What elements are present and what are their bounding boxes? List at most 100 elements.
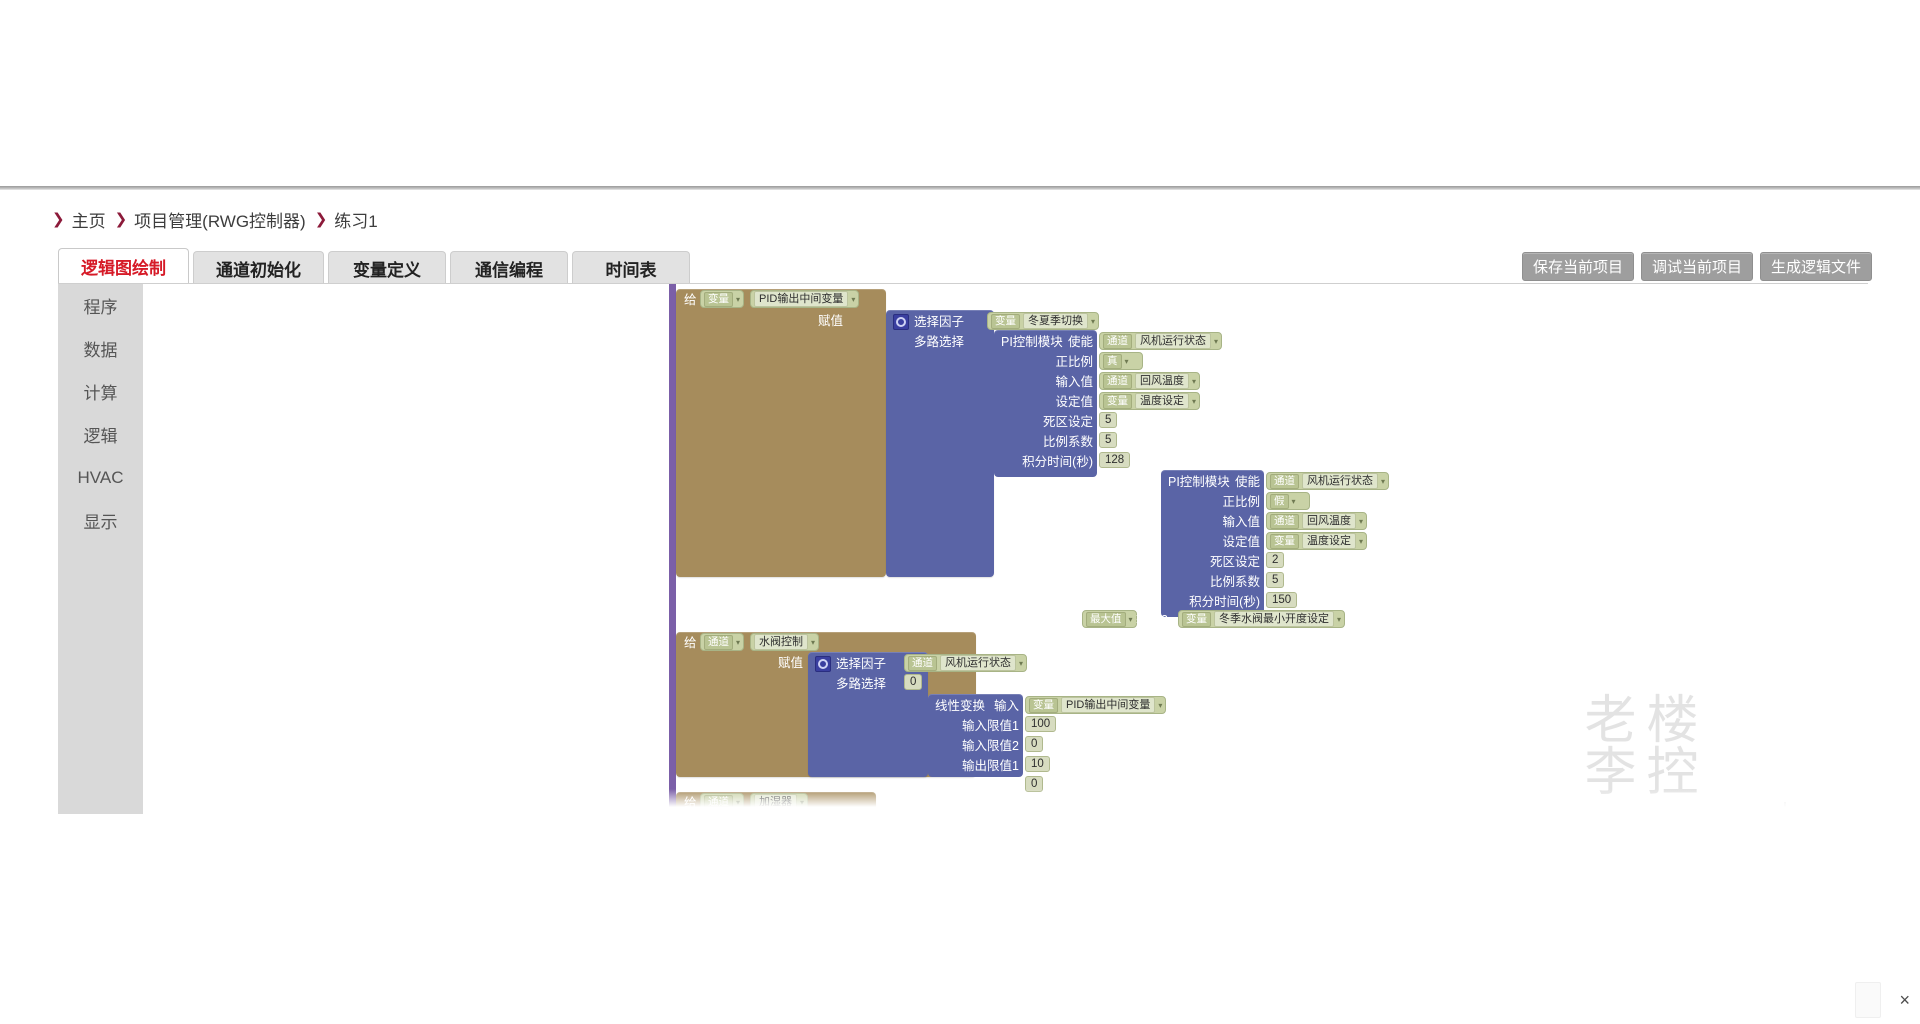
tab-logic-diagram[interactable]: 逻辑图绘制 <box>58 248 189 284</box>
app-page: ❯ 主页 ❯ 项目管理(RWG控制器) ❯ 练习1 逻辑图绘制 通道初始化 变量… <box>0 0 1920 1024</box>
linear-row-label-0: 输入限值1 <box>962 719 1019 733</box>
pi1-row-label-0: 使能 <box>1234 475 1260 489</box>
pi0-row-number-6[interactable]: 128 <box>1099 452 1131 468</box>
pi0-row-value-2: 回风温度 <box>1135 373 1189 389</box>
chevron-down-icon: ▾ <box>1381 476 1386 486</box>
tab-communication-programming[interactable]: 通信编程 <box>450 251 568 284</box>
mux1-input2-kind: 变量 <box>1182 611 1211 627</box>
breadcrumb-chevron-icon: ❯ <box>52 211 65 228</box>
mux1-input2-label: 输入2 <box>1136 613 1168 627</box>
stmt2-target-kind: 通道 <box>704 634 733 650</box>
logic-diagram-canvas[interactable]: 楼控老李 给 变量 ▾ PID输出中间变量 ▾ 赋值 选择因子 变量 冬夏季切换… <box>143 284 1867 814</box>
pi1-row-chip-2[interactable]: 通道 回风温度 ▾ <box>1266 512 1368 530</box>
chevron-down-icon: ▾ <box>1192 396 1197 406</box>
close-icon[interactable]: × <box>1899 991 1910 1009</box>
pi1-row-label-1: 正比例 <box>1222 495 1260 509</box>
statement-block-assign-pid[interactable] <box>676 289 886 577</box>
chevron-down-icon: ▾ <box>736 637 741 647</box>
generate-logic-file-button[interactable]: 生成逻辑文件 <box>1759 252 1872 281</box>
close-ghost-panel <box>1855 982 1882 1018</box>
tab-channel-init[interactable]: 通道初始化 <box>193 251 324 284</box>
sidebar-item-display[interactable]: 显示 <box>58 499 143 542</box>
pi1-row-kind-0: 通道 <box>1270 473 1299 489</box>
pi0-row-chip-3[interactable]: 变量 温度设定 ▾ <box>1099 392 1201 410</box>
pi0-row-kind-2: 通道 <box>1103 373 1132 389</box>
mux2-number[interactable]: 0 <box>904 674 923 690</box>
breadcrumb-item-project-management[interactable]: 项目管理(RWG控制器) <box>134 207 306 232</box>
pi0-row-chip-1[interactable]: 真 ▾ <box>1099 352 1143 370</box>
debug-project-button[interactable]: 调试当前项目 <box>1640 252 1753 281</box>
breadcrumb-item-home[interactable]: 主页 <box>72 207 106 232</box>
linear-input-kind: 变量 <box>1029 697 1058 713</box>
linear-row-label-1: 输入限值2 <box>962 739 1019 753</box>
pi1-row-chip-0[interactable]: 通道 风机运行状态 ▾ <box>1266 472 1390 490</box>
mux-block-1[interactable] <box>886 310 994 577</box>
pi0-row-chip-2[interactable]: 通道 回风温度 ▾ <box>1099 372 1201 390</box>
sidebar-item-data[interactable]: 数据 <box>58 327 143 370</box>
stmt1-keyword: 给 <box>684 293 697 307</box>
mux2-selector-chip[interactable]: 通道 风机运行状态 ▾ <box>904 654 1028 672</box>
sidebar-item-calculate[interactable]: 计算 <box>58 370 143 413</box>
program-spine <box>669 284 676 814</box>
stmt2-target-name-chip[interactable]: 水阀控制 ▾ <box>750 633 820 651</box>
stmt2-target-name: 水阀控制 <box>754 634 808 650</box>
tab-variable-definition[interactable]: 变量定义 <box>328 251 446 284</box>
header-divider <box>0 186 1920 190</box>
chevron-down-icon: ▾ <box>1019 658 1024 668</box>
sidebar-item-hvac[interactable]: HVAC <box>58 456 143 499</box>
pi0-row-label-2: 输入值 <box>1055 375 1093 389</box>
mux1-input2-value: 冬季水阀最小开度设定 <box>1214 611 1334 627</box>
sidebar-item-program[interactable]: 程序 <box>58 284 143 327</box>
linear-input-value: PID输出中间变量 <box>1061 697 1156 713</box>
sidebar-item-logic[interactable]: 逻辑 <box>58 413 143 456</box>
linear-row-label-2: 输出限值1 <box>962 759 1019 773</box>
pi1-row-number-6[interactable]: 150 <box>1266 592 1298 608</box>
stmt2-keyword: 给 <box>684 636 697 650</box>
stmt1-target-name-chip[interactable]: PID输出中间变量 ▾ <box>750 290 860 308</box>
pi1-row-value-2: 回风温度 <box>1302 513 1356 529</box>
pi0-row-kind-0: 通道 <box>1103 333 1132 349</box>
pi1-row-chip-1[interactable]: 假 ▾ <box>1266 492 1310 510</box>
selector-icon[interactable] <box>893 314 909 330</box>
bottom-blank-area <box>0 814 1920 1024</box>
pi0-row-label-6: 积分时间(秒) <box>1022 455 1093 469</box>
pi0-row-chip-0[interactable]: 通道 风机运行状态 ▾ <box>1099 332 1223 350</box>
save-project-button[interactable]: 保存当前项目 <box>1521 252 1634 281</box>
mux1-selector-kind: 变量 <box>991 313 1020 329</box>
mux1-input2-chip[interactable]: 变量 冬季水阀最小开度设定 ▾ <box>1178 610 1346 628</box>
mux2-label: 多路选择 <box>836 677 887 691</box>
linear-row-number-1[interactable]: 0 <box>1025 736 1044 752</box>
pi1-row-label-2: 输入值 <box>1222 515 1260 529</box>
linear-row-number-2[interactable]: 10 <box>1025 756 1050 772</box>
max-value-chip[interactable]: 最大值 ▾ <box>1082 610 1137 628</box>
breadcrumb: ❯ 主页 ❯ 项目管理(RWG控制器) ❯ 练习1 <box>52 205 378 233</box>
selector-icon[interactable] <box>815 656 831 672</box>
pi0-row-number-4[interactable]: 5 <box>1099 412 1118 428</box>
tab-schedule[interactable]: 时间表 <box>572 251 690 284</box>
mux1-selector-chip[interactable]: 变量 冬夏季切换 ▾ <box>987 312 1100 330</box>
stmt1-target-name: PID输出中间变量 <box>754 291 849 307</box>
stmt1-target-chip[interactable]: 变量 ▾ <box>700 290 745 308</box>
chevron-down-icon: ▾ <box>1337 614 1342 624</box>
stmt2-target-chip[interactable]: 通道 ▾ <box>700 633 745 651</box>
chevron-down-icon: ▾ <box>1214 336 1219 346</box>
pi0-row-kind-1: 真 <box>1103 353 1122 369</box>
breadcrumb-item-current[interactable]: 练习1 <box>334 207 377 232</box>
chevron-down-icon: ▾ <box>1359 536 1364 546</box>
pi0-row-number-5[interactable]: 5 <box>1099 432 1118 448</box>
toolbox-sidebar: 程序 数据 计算 逻辑 HVAC 显示 <box>58 284 144 814</box>
chevron-down-icon: ▾ <box>1091 316 1096 326</box>
pi1-row-number-5[interactable]: 5 <box>1266 572 1285 588</box>
pi1-row-number-4[interactable]: 2 <box>1266 552 1285 568</box>
pi1-row-chip-3[interactable]: 变量 温度设定 ▾ <box>1266 532 1368 550</box>
mux2-selector-kind: 通道 <box>908 655 937 671</box>
linear-input-chip[interactable]: 变量 PID输出中间变量 ▾ <box>1025 696 1167 714</box>
pi0-row-label-0: 使能 <box>1067 335 1093 349</box>
pi0-row-kind-3: 变量 <box>1103 393 1132 409</box>
pi1-row-label-5: 比例系数 <box>1209 575 1260 589</box>
mux1-label: 多路选择 <box>914 335 965 349</box>
pi1-row-label-6: 积分时间(秒) <box>1189 595 1260 609</box>
linear-input-label: 输入 <box>993 699 1019 713</box>
pi0-row-value-0: 风机运行状态 <box>1135 333 1211 349</box>
linear-row-number-0[interactable]: 100 <box>1025 716 1057 732</box>
